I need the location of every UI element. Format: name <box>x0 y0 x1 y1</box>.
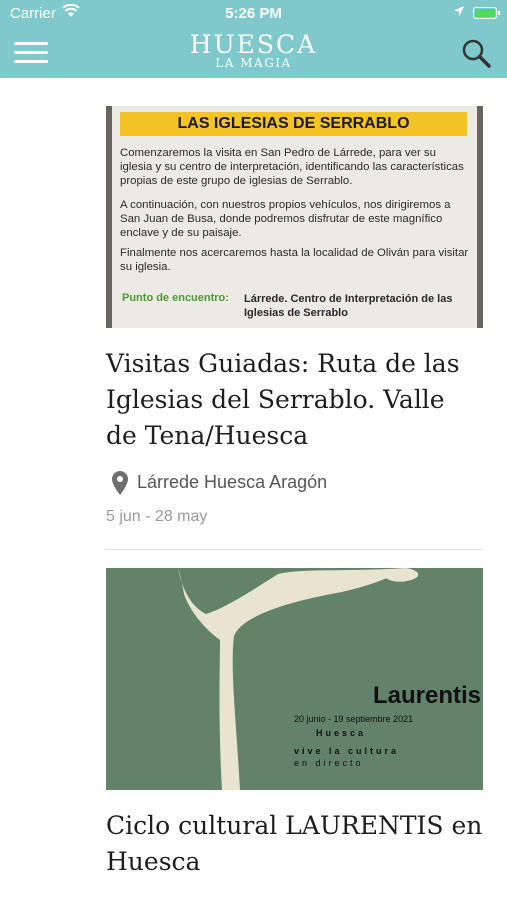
abstract-shape-graphic <box>178 568 419 790</box>
event-dates: 5 jun - 28 may <box>106 508 208 525</box>
logo-sub-text: LA MAGIA <box>215 56 292 70</box>
card-divider <box>106 549 483 550</box>
location-arrow-icon <box>454 6 464 16</box>
meeting-point-label: Punto de encuentro: <box>122 292 229 304</box>
location-text: Lárrede Huesca Aragón <box>137 472 328 492</box>
image-paragraph: Finalmente nos acercaremos hasta la loca… <box>120 247 469 273</box>
poster-tagline: vive la cultura <box>294 746 400 756</box>
event-title[interactable]: Visitas Guiadas: Ruta de las Iglesias de… <box>106 346 483 454</box>
event-location: Lárrede Huesca Aragón <box>106 468 483 496</box>
app-logo: HUESCA LA MAGIA <box>0 30 507 69</box>
app-header: HUESCA LA MAGIA <box>0 28 507 78</box>
poster-title: Laurentis <box>372 682 481 709</box>
location-pin-icon <box>112 471 128 495</box>
poster-tagline: en directo <box>294 758 364 768</box>
meeting-point-value: Lárrede. Centro de Interpretación de las… <box>244 293 453 319</box>
poster-date: 20 junio - 19 septiembre 2021 <box>294 714 414 724</box>
event-image[interactable]: LAS IGLESIAS DE SERRABLO Comenzaremos la… <box>106 106 483 328</box>
status-bar: Carrier 5:26 PM <box>0 0 507 28</box>
search-icon[interactable] <box>459 36 493 70</box>
event-title[interactable]: Ciclo cultural LAURENTIS en Huesca <box>106 808 483 880</box>
clock-time: 5:26 PM <box>225 5 282 22</box>
image-paragraph: A continuación, con nuestros propios veh… <box>120 199 451 239</box>
event-card[interactable]: LAS IGLESIAS DE SERRABLO Comenzaremos la… <box>106 106 483 526</box>
event-image[interactable]: Laurentis 20 junio - 19 septiembre 2021 … <box>106 568 483 790</box>
image-paragraph: Comenzaremos la visita en San Pedro de L… <box>120 147 464 187</box>
image-heading-band: LAS IGLESIAS DE SERRABLO <box>120 112 467 136</box>
event-card[interactable]: Laurentis 20 junio - 19 septiembre 2021 … <box>106 568 483 880</box>
battery-icon <box>473 7 500 19</box>
poster-city: Huesca <box>316 728 367 738</box>
